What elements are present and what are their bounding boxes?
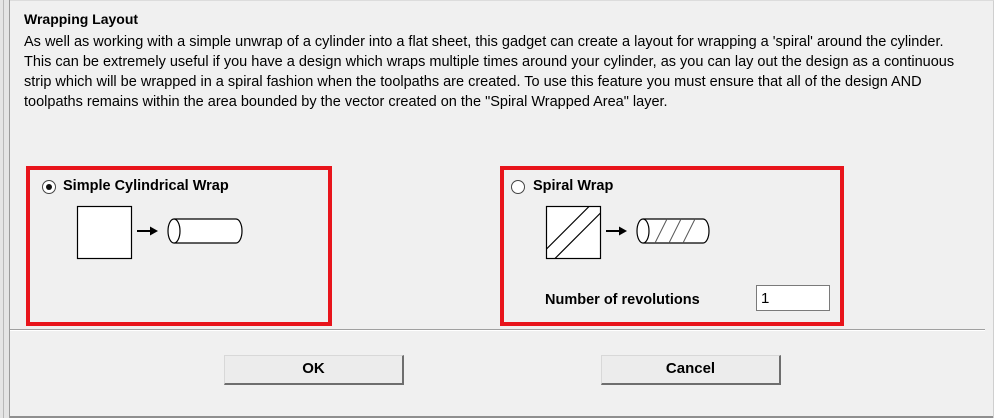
spiral-wrap-label[interactable]: Spiral Wrap bbox=[533, 178, 613, 194]
description-text: As well as working with a simple unwrap … bbox=[24, 34, 955, 110]
simple-wrap-label[interactable]: Simple Cylindrical Wrap bbox=[63, 178, 229, 194]
spiral-wrap-diagram-icon bbox=[545, 205, 710, 260]
cancel-button[interactable]: Cancel bbox=[601, 355, 781, 385]
separator-line bbox=[10, 329, 985, 331]
spiral-wrap-radio[interactable] bbox=[511, 180, 525, 194]
section-title: Wrapping Layout bbox=[24, 11, 139, 27]
window-frame-edge bbox=[0, 0, 10, 418]
wrapping-layout-dialog: Wrapping Layout As well as working with … bbox=[10, 0, 994, 418]
revolutions-label: Number of revolutions bbox=[545, 292, 700, 308]
simple-wrap-diagram-icon bbox=[76, 205, 243, 260]
ok-button[interactable]: OK bbox=[224, 355, 404, 385]
simple-wrap-radio[interactable] bbox=[42, 180, 56, 194]
revolutions-input[interactable] bbox=[756, 285, 830, 311]
